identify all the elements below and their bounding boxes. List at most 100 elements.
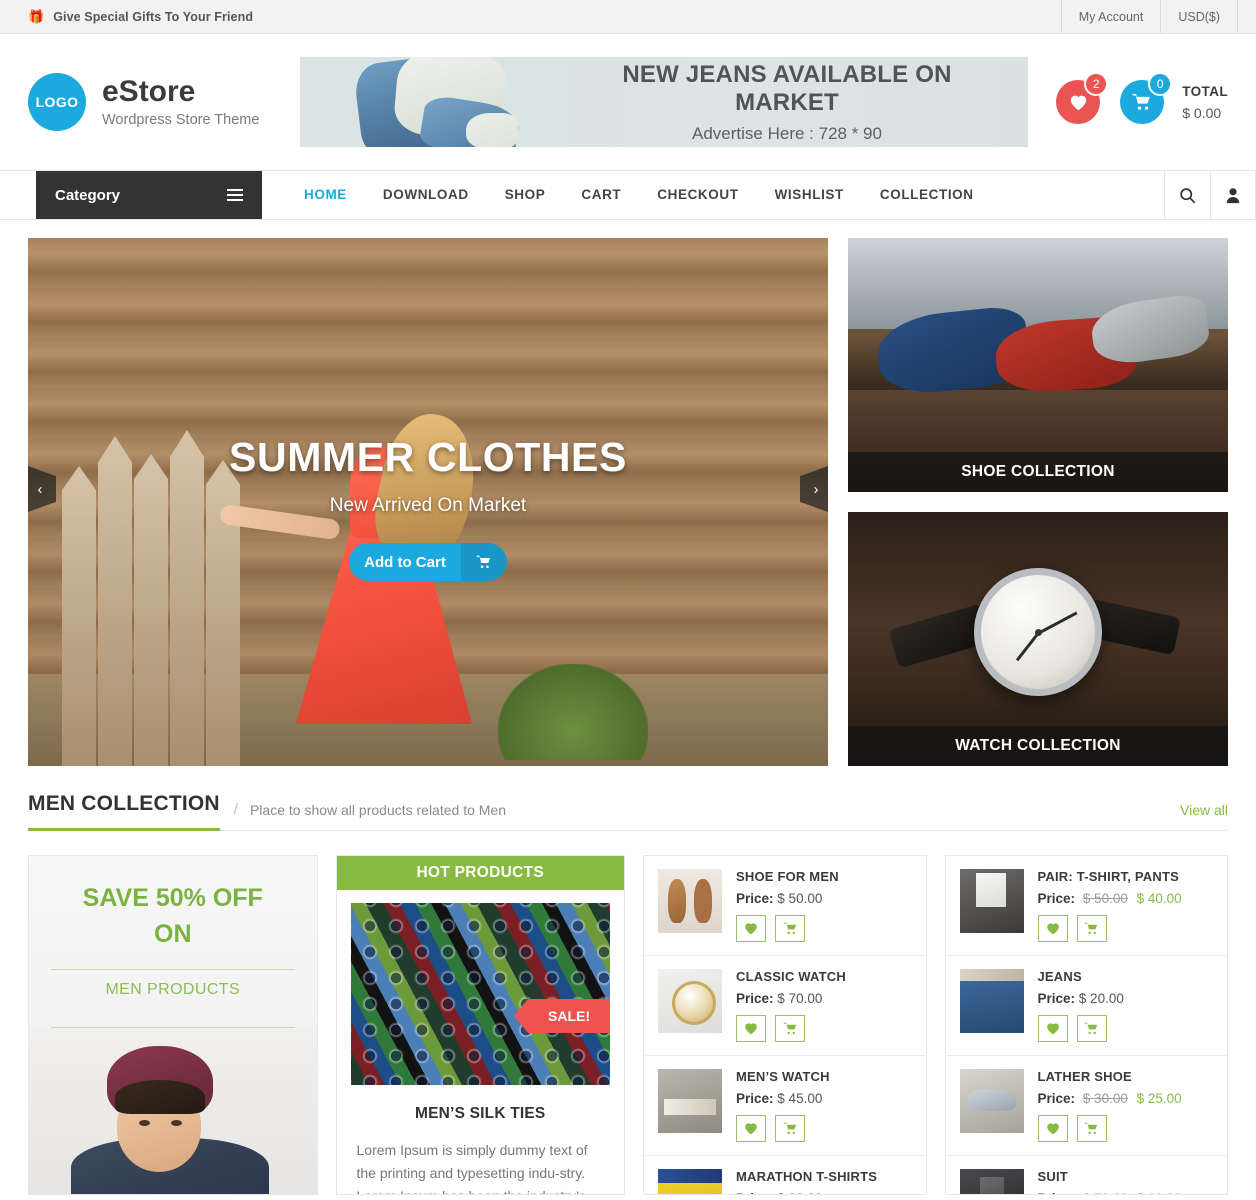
hot-products-panel: HOT PRODUCTS SALE! MEN’S SILK TIES Lorem… [335,855,625,1195]
product-name: CLASSIC WATCH [736,969,846,984]
nav-item-checkout[interactable]: CHECKOUT [639,171,756,219]
advertisement-banner[interactable]: NEW JEANS AVAILABLE ON MARKET Advertise … [300,57,1028,147]
hot-product-title: MEN’S SILK TIES [415,1105,546,1122]
brand-block[interactable]: LOGO eStore Wordpress Store Theme [28,73,300,131]
add-to-cart-button[interactable] [775,1015,805,1042]
table-row[interactable]: SUIT Price: $ 70.00 $ 60.00 [946,1156,1228,1194]
account-button[interactable] [1210,171,1256,219]
cart-button[interactable]: 0 [1120,72,1173,124]
hero-caption: SUMMER CLOTHES New Arrived On Market Add… [28,434,828,581]
view-all-link[interactable]: View all [1180,802,1228,818]
product-thumbnail [959,869,1024,933]
nav-item-download[interactable]: DOWNLOAD [365,171,487,219]
table-row[interactable]: JEANS Price: $ 20.00 [945,956,1227,1056]
promo-subtitle: MEN PRODUCTS [105,980,241,998]
price-label: Price: [1038,1191,1076,1194]
cart-icon [1084,1022,1098,1035]
cart-icon [1132,93,1151,110]
price-value: $ 30.00 [777,1191,822,1194]
promo-photo [29,1027,317,1194]
product-price: Price: $ 50.00 $ 40.00 [1038,891,1214,906]
table-row[interactable]: PAIR: T-SHIRT, PANTS Price: $ 50.00 $ 40… [945,856,1227,956]
heart-icon [1046,923,1059,935]
price-label: Price: [1037,991,1076,1006]
search-icon [1180,187,1196,203]
table-row[interactable]: LATHER SHOE Price: $ 30.00 $ 25.00 [945,1056,1227,1156]
product-name: SHOE FOR MEN [736,869,839,884]
add-to-cart-button[interactable] [775,915,805,942]
add-to-cart-button[interactable] [775,1115,805,1142]
hot-products-header: HOT PRODUCTS [336,856,624,890]
cart-icon [1084,922,1098,935]
price-value: $ 20.00 [1078,991,1124,1006]
search-button[interactable] [1164,171,1210,219]
add-to-wishlist-button[interactable] [1037,1115,1068,1142]
top-bar-promo-text: Give Special Gifts To Your Friend [53,9,254,24]
price-label: Price: [736,1091,774,1106]
nav-icon-group [1164,171,1256,219]
product-price: Price: $ 50.00 [736,891,912,906]
add-to-cart-button[interactable] [1076,1015,1107,1042]
watch-collection-tile[interactable]: WATCH COLLECTION [848,512,1228,766]
cart-total-value: $ 0.00 [1182,104,1222,121]
product-price: Price: $ 70.00 $ 60.00 [1038,1191,1214,1194]
section-title: MEN COLLECTION [28,792,220,831]
currency-selector[interactable]: USD($) [1160,0,1238,33]
nav-item-collection[interactable]: COLLECTION [862,171,992,219]
product-name: LATHER SHOE [1037,1069,1132,1084]
old-price: $ 70.00 [1083,1191,1128,1194]
product-name: MARATHON T-SHIRTS [736,1169,878,1184]
new-price: $ 60.00 [1137,1191,1182,1194]
sale-badge: SALE! [514,999,610,1033]
add-to-wishlist-button[interactable] [1037,915,1068,942]
table-row[interactable]: SHOE FOR MEN Price: $ 50.00 [644,856,926,956]
product-price: Price: $ 20.00 [1038,991,1214,1006]
my-account-link[interactable]: My Account [1060,0,1161,33]
add-to-cart-button[interactable] [1076,1115,1107,1142]
ad-subtitle: Advertise Here : 728 * 90 [692,123,882,143]
collection-tiles: SHOE COLLECTION WATCH COLLECTION [848,238,1228,766]
promo-headline-2: ON [154,920,192,949]
promo-panel[interactable]: SAVE 50% OFF ON MEN PRODUCTS [28,855,318,1195]
price-value: $ 50.00 [777,891,823,906]
product-list-right: PAIR: T-SHIRT, PANTS Price: $ 50.00 $ 40… [944,855,1228,1195]
product-thumbnail [959,1169,1024,1194]
add-to-wishlist-button[interactable] [736,915,766,942]
nav-item-cart[interactable]: CART [563,171,639,219]
add-to-wishlist-button[interactable] [736,1015,766,1042]
add-to-cart-button[interactable] [1076,915,1107,942]
product-area: SAVE 50% OFF ON MEN PRODUCTS HOT PRODUCT… [0,831,1256,1195]
wishlist-count-badge: 2 [1084,72,1109,96]
old-price: $ 50.00 [1082,891,1128,906]
hero-title: SUMMER CLOTHES [229,434,627,480]
wishlist-button[interactable]: 2 [1056,72,1109,124]
shoe-collection-tile[interactable]: SHOE COLLECTION [848,238,1228,492]
nav-item-wishlist[interactable]: WISHLIST [757,171,862,219]
promo-headline-1: SAVE 50% OFF [82,884,263,912]
price-label: Price: [1037,1091,1076,1106]
nav-item-home[interactable]: HOME [286,171,365,219]
add-to-wishlist-button[interactable] [736,1115,766,1142]
price-label: Price: [736,1191,774,1194]
hot-product-image[interactable]: SALE! [350,903,610,1085]
product-name: SUIT [1037,1169,1068,1184]
table-row[interactable]: MARATHON T-SHIRTS Price: $ 30.00 [644,1156,926,1194]
table-row[interactable]: CLASSIC WATCH Price: $ 70.00 [644,956,926,1056]
add-to-wishlist-button[interactable] [1037,1015,1068,1042]
category-menu-button[interactable]: Category [36,171,262,219]
cart-icon [783,1122,796,1135]
price-label: Price: [1037,891,1076,906]
logo-badge[interactable]: LOGO [28,73,86,131]
table-row[interactable]: MEN’S WATCH Price: $ 45.00 [644,1056,926,1156]
price-value: $ 45.00 [777,1091,823,1106]
product-price: Price: $ 30.00 [736,1191,912,1194]
hero-slider[interactable]: SUMMER CLOTHES New Arrived On Market Add… [28,238,828,766]
product-thumbnail [658,969,722,1033]
hero-add-to-cart-button[interactable]: Add to Cart [349,543,507,581]
brand-title: eStore [102,74,196,108]
product-name: MEN’S WATCH [736,1069,830,1084]
nav-item-shop[interactable]: SHOP [487,171,564,219]
hero-add-to-cart-label: Add to Cart [364,553,446,571]
hamburger-icon [227,189,243,201]
product-thumbnail [658,869,722,933]
